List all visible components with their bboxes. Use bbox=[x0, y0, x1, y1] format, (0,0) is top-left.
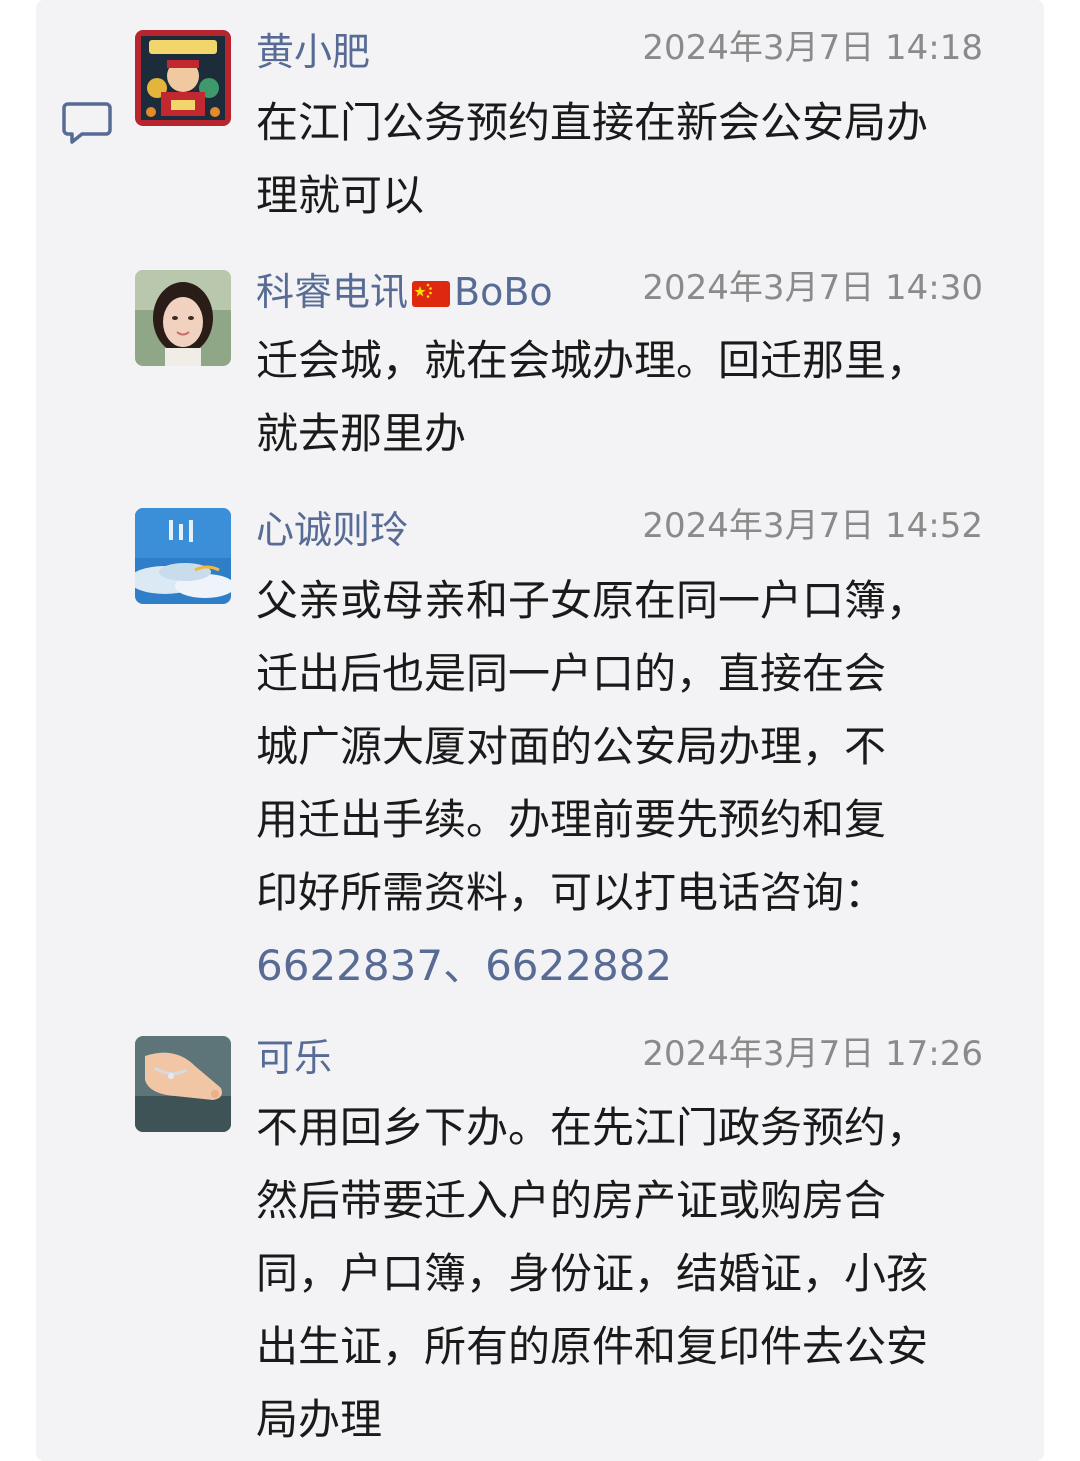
comment-timestamp: 2024年3月7日 14:18 bbox=[642, 28, 983, 68]
comment-text: 父亲或母亲和子女原在同一户口簿， 迁出后也是同一户口的，直接在会 城广源大厦对面… bbox=[256, 564, 984, 1002]
comment-line: 印好所需资料，可以打电话咨询： bbox=[256, 868, 887, 917]
comment-line: 父亲或母亲和子女原在同一户口簿， bbox=[256, 576, 929, 625]
comment-line: 不用回乡下办。在先江门政务预约， bbox=[256, 1103, 929, 1152]
comment-line: 在江门公务预约直接在新会公安局办 bbox=[256, 98, 929, 147]
comment-bubble-icon[interactable] bbox=[62, 100, 112, 146]
commenter-name[interactable]: 科睿电讯 BoBo bbox=[256, 268, 553, 316]
commenter-name[interactable]: 心诚则玲 bbox=[256, 506, 408, 554]
china-flag-icon bbox=[412, 281, 451, 307]
comment-line: 就去那里办 bbox=[256, 409, 467, 458]
comment-line: 出生证，所有的原件和复印件去公安 bbox=[256, 1322, 929, 1371]
comment-text: 在江门公务预约直接在新会公安局办 理就可以 bbox=[256, 86, 984, 232]
phone-line: 6622837、6622882 bbox=[256, 929, 984, 1002]
commenter-name-suffix: BoBo bbox=[454, 270, 553, 314]
comment-timestamp: 2024年3月7日 17:26 bbox=[642, 1034, 983, 1074]
commenter-name[interactable]: 黄小肥 bbox=[256, 28, 370, 76]
comment-text: 不用回乡下办。在先江门政务预约， 然后带要迁入户的房产证或购房合 同，户口簿，身… bbox=[256, 1091, 984, 1456]
comment-timestamp: 2024年3月7日 14:52 bbox=[642, 506, 983, 546]
commenter-name-prefix: 科睿电讯 bbox=[256, 270, 409, 314]
avatar[interactable] bbox=[135, 508, 231, 604]
comment-text: 迁会城，就在会城办理。回迁那里， 就去那里办 bbox=[256, 324, 984, 470]
avatar[interactable] bbox=[135, 30, 231, 126]
comment-line: 用迁出手续。办理前要先预约和复 bbox=[256, 795, 887, 844]
comment-line: 同，户口簿，身份证，结婚证，小孩 bbox=[256, 1249, 929, 1298]
comment-line: 城广源大厦对面的公安局办理，不 bbox=[256, 722, 887, 771]
comment-line: 然后带要迁入户的房产证或购房合 bbox=[256, 1176, 887, 1225]
phone-link[interactable]: 6622882 bbox=[485, 941, 672, 990]
comment-line: 迁出后也是同一户口的，直接在会 bbox=[256, 649, 887, 698]
comment-line: 迁会城，就在会城办理。回迁那里， bbox=[256, 336, 929, 385]
phone-link[interactable]: 6622837 bbox=[256, 941, 443, 990]
phone-separator: 、 bbox=[443, 941, 486, 990]
avatar[interactable] bbox=[135, 270, 231, 366]
avatar[interactable] bbox=[135, 1036, 231, 1132]
comment-line: 理就可以 bbox=[256, 171, 425, 220]
commenter-name[interactable]: 可乐 bbox=[256, 1034, 332, 1082]
comment-timestamp: 2024年3月7日 14:30 bbox=[642, 268, 983, 308]
comment-line: 局办理 bbox=[256, 1395, 383, 1444]
